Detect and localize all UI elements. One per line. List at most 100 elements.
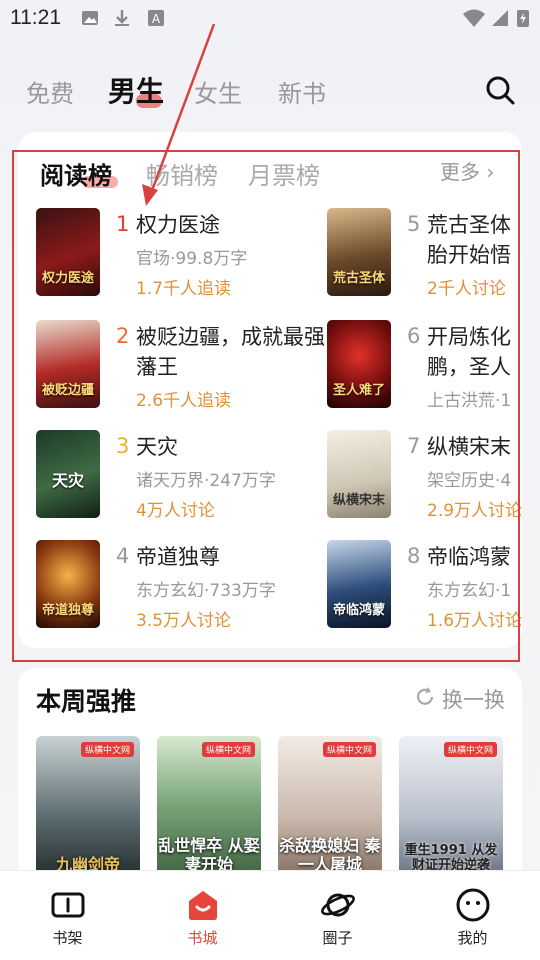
book-item[interactable]: 帝临鸿蒙 8 帝临鸿蒙 东方玄幻·1 1.6万人讨论 (327, 540, 522, 636)
weekly-book-cover[interactable]: 纵横中文网 九幽剑帝 (36, 736, 140, 886)
cover-text: 帝临鸿蒙 (332, 602, 385, 618)
nav-bookshelf[interactable]: 书架 (0, 871, 135, 960)
book-stat: 2.6千人追读 (136, 391, 232, 411)
section-title: 本周强推 (36, 687, 137, 716)
weekly-book-cover[interactable]: 纵横中文网 乱世悍卒 从娶妻开始 (157, 736, 261, 886)
bottom-nav: 书架 书城 圈子 我的 (0, 870, 540, 960)
book-cover: 被贬边疆 (36, 320, 100, 408)
book-stat: 3.5万人讨论 (136, 611, 232, 631)
tab-new-books[interactable]: 新书 (278, 74, 326, 109)
more-label: 更多 (440, 160, 480, 184)
book-stat: 1.7千人追读 (136, 279, 232, 299)
tab-reading-rank[interactable]: 阅读榜 (40, 156, 112, 191)
nav-bookstore[interactable]: 书城 (135, 871, 270, 960)
tab-female[interactable]: 女生 (194, 74, 242, 109)
rank-number: 8 (407, 544, 421, 568)
nav-label: 书架 (52, 929, 83, 947)
refresh-label: 换一换 (442, 688, 505, 712)
nav-profile[interactable]: 我的 (405, 871, 540, 960)
cover-text: 荒古圣体 (332, 270, 385, 286)
book-title: 权力医途 (136, 213, 220, 237)
bookstore-icon (188, 891, 217, 920)
tab-bestseller-rank[interactable]: 畅销榜 (146, 156, 218, 191)
battery-icon (517, 10, 529, 27)
book-cover: 权力医途 (36, 208, 100, 296)
refresh-icon (416, 687, 434, 705)
book-stat: 2千人讨论 (427, 279, 506, 299)
weekly-picks-section: 本周强推 换一换 纵横中文网 九幽剑帝 纵横中文网 乱世悍卒 从娶妻开始 纵横中… (18, 668, 522, 888)
book-cover: 圣人难了 (327, 320, 391, 408)
book-title: 帝临鸿蒙 (427, 545, 511, 569)
cover-text: 杀敌换媳妇 秦一人屠城 (279, 835, 381, 874)
search-icon[interactable] (484, 74, 516, 106)
cover-text: 乱世悍卒 从娶妻开始 (158, 835, 260, 874)
book-cover: 帝临鸿蒙 (327, 540, 391, 628)
book-stat: 4万人讨论 (136, 501, 215, 521)
image-icon (82, 11, 98, 25)
tab-male[interactable]: 男生 (108, 70, 164, 110)
book-cover: 天灾 (36, 430, 100, 518)
book-item[interactable]: 帝道独尊 4 帝道独尊 东方玄幻·733万字 3.5万人讨论 (36, 540, 326, 636)
book-open-icon (51, 892, 84, 918)
book-item[interactable]: 荒古圣体 5 荒古圣体胎开始悟 2千人讨论 (327, 208, 522, 304)
cover-text: 帝道独尊 (41, 602, 94, 618)
rank-number: 5 (407, 212, 421, 236)
weekly-book-cover[interactable]: 纵横中文网 杀敌换媳妇 秦一人屠城 (278, 736, 382, 886)
download-icon (115, 10, 129, 26)
book-title: 荒古圣体胎开始悟 (427, 213, 511, 267)
rank-number: 7 (407, 434, 421, 458)
planet-icon (320, 893, 355, 917)
weekly-book-cover[interactable]: 纵横中文网 重生1991 从发财证开始逆袭 (399, 736, 503, 886)
book-title: 纵横宋末 (427, 435, 511, 459)
book-meta: 东方玄幻·733万字 (136, 581, 276, 601)
book-item[interactable]: 圣人难了 6 开局炼化鹏，圣人 上古洪荒·1 (327, 320, 522, 416)
tab-monthly-ticket-rank[interactable]: 月票榜 (248, 156, 320, 191)
rank-number: 6 (407, 324, 421, 348)
book-meta: 东方玄幻·1 (427, 581, 512, 601)
rank-number: 4 (116, 544, 130, 568)
book-stat: 2.9万人讨论 (427, 501, 522, 521)
nav-label: 我的 (457, 929, 488, 947)
book-meta: 架空历史·4 (427, 471, 512, 491)
cover-text: 被贬边疆 (41, 382, 94, 398)
more-link[interactable]: 更多 › (440, 156, 494, 185)
chevron-right-icon: › (486, 160, 495, 184)
cover-text: 圣人难了 (332, 382, 385, 398)
cover-text: 权力医途 (41, 270, 94, 286)
publisher-badge: 纵横中文网 (80, 742, 134, 757)
ranking-card: 阅读榜 畅销榜 月票榜 更多 › 权力医途 1 权力医途 官场·99.8万字 1… (18, 132, 522, 648)
book-cover: 纵横宋末 (327, 430, 391, 518)
book-cover: 荒古圣体 (327, 208, 391, 296)
status-bar: 11:21 A (0, 0, 540, 38)
publisher-badge: 纵横中文网 (322, 742, 376, 757)
book-item[interactable]: 天灾 3 天灾 诸天万界·247万字 4万人讨论 (36, 430, 326, 526)
book-meta: 官场·99.8万字 (136, 249, 248, 269)
rank-number: 2 (116, 324, 130, 348)
publisher-badge: 纵横中文网 (201, 742, 255, 757)
book-title: 天灾 (136, 435, 178, 459)
nav-label: 圈子 (322, 929, 353, 947)
tab-free[interactable]: 免费 (26, 74, 74, 109)
book-meta: 诸天万界·247万字 (136, 471, 276, 491)
book-title: 被贬边疆，成就最强藩王 (136, 325, 325, 379)
book-meta: 上古洪荒·1 (427, 391, 512, 411)
signal-icon (492, 10, 508, 26)
cover-text: 天灾 (51, 471, 84, 491)
nav-circle[interactable]: 圈子 (270, 871, 405, 960)
status-time: 11:21 (10, 6, 61, 29)
rank-number: 3 (116, 434, 130, 458)
wifi-icon (463, 9, 485, 27)
nav-label: 书城 (187, 929, 218, 947)
book-item[interactable]: 纵横宋末 7 纵横宋末 架空历史·4 2.9万人讨论 (327, 430, 522, 526)
text-app-icon: A (148, 10, 164, 26)
book-title: 开局炼化鹏，圣人 (427, 325, 511, 379)
smiley-icon (456, 888, 489, 922)
book-item[interactable]: 被贬边疆 2 被贬边疆，成就最强藩王 2.6千人追读 (36, 320, 326, 416)
book-title: 帝道独尊 (136, 545, 220, 569)
top-tabs: 免费 男生 女生 新书 (0, 64, 540, 120)
book-cover: 帝道独尊 (36, 540, 100, 628)
publisher-badge: 纵横中文网 (443, 742, 497, 757)
rank-number: 1 (116, 212, 130, 236)
book-item[interactable]: 权力医途 1 权力医途 官场·99.8万字 1.7千人追读 (36, 208, 326, 304)
svg-text:A: A (152, 12, 161, 26)
